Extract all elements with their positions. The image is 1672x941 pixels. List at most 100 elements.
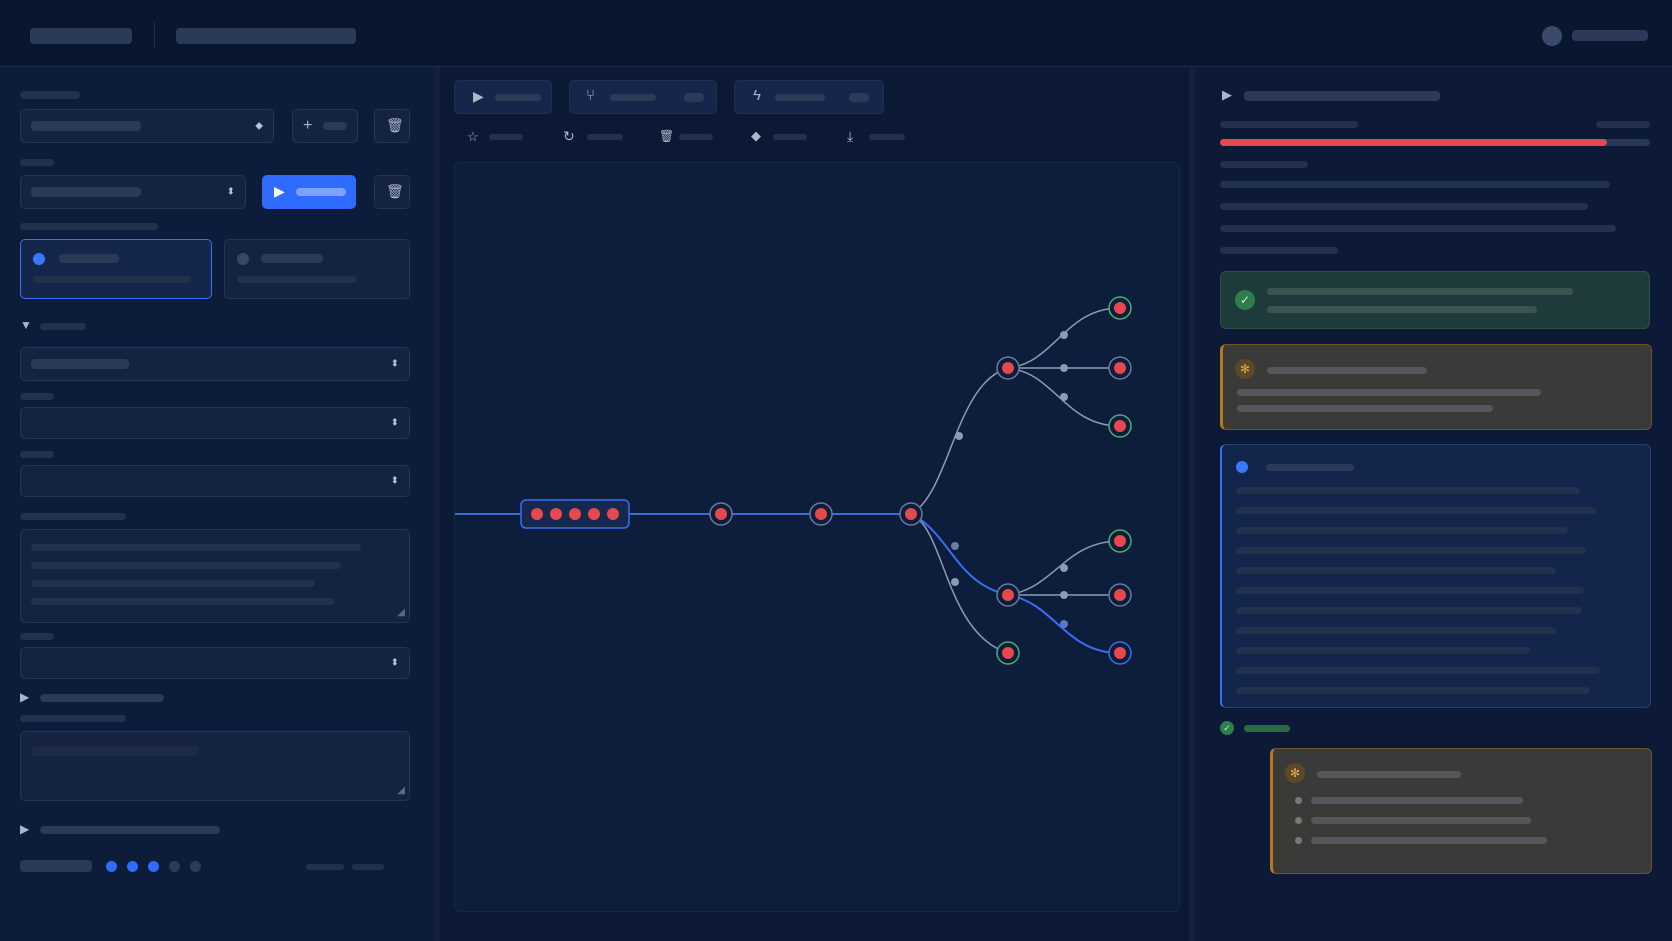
bullet: [1295, 797, 1302, 804]
check-icon: ✓: [1235, 290, 1255, 310]
param-select-value: [31, 359, 129, 369]
model-select-value: [31, 187, 141, 197]
play-icon[interactable]: ▶: [1222, 88, 1232, 101]
breadcrumb[interactable]: [176, 28, 356, 44]
collapsible-header[interactable]: [40, 323, 86, 330]
graph-node[interactable]: [996, 641, 1020, 665]
text-line: [1267, 306, 1537, 313]
mode-option-title: [261, 254, 323, 263]
mode-option-title: [59, 254, 119, 263]
param-select-4[interactable]: ⬍: [20, 647, 410, 679]
graph-leaf-node[interactable]: [1108, 414, 1132, 438]
bolt-icon: ϟ: [753, 87, 761, 104]
edge-dot: [1060, 564, 1068, 572]
text-line: [1311, 837, 1547, 844]
trash-icon: 🗑: [386, 117, 404, 133]
splitter-left[interactable]: [434, 67, 440, 941]
graph-leaf-node[interactable]: [1108, 356, 1132, 380]
graph-node[interactable]: [996, 356, 1020, 380]
chain-dot: [569, 508, 581, 520]
tool-label: [610, 94, 656, 101]
collapsible-header-2[interactable]: [40, 694, 164, 702]
details-title: [1244, 91, 1440, 101]
graph-leaf-node[interactable]: [1108, 583, 1132, 607]
page-dot[interactable]: [169, 861, 180, 872]
branch-tool-button[interactable]: ⑂: [569, 80, 717, 114]
select-caret-icon: ⬍: [390, 417, 399, 429]
action-label[interactable]: [773, 134, 807, 140]
avatar[interactable]: [1542, 26, 1562, 46]
mode-option[interactable]: [224, 239, 410, 299]
user-name[interactable]: [1572, 30, 1648, 41]
graph-node[interactable]: [809, 502, 833, 526]
star-icon[interactable]: ☆: [467, 130, 479, 143]
progress-bar: [1220, 139, 1650, 146]
dataset-select[interactable]: ◆: [20, 109, 274, 143]
notes-textarea[interactable]: ◢: [20, 731, 410, 801]
graph-node[interactable]: [996, 583, 1020, 607]
caret-down-icon[interactable]: ▼: [20, 319, 32, 331]
graph-leaf-node[interactable]: [1108, 529, 1132, 553]
collapsible-header-3[interactable]: [40, 826, 220, 834]
caret-right-icon[interactable]: ▶: [20, 691, 29, 703]
splitter-right[interactable]: [1189, 67, 1195, 941]
param-select-2[interactable]: ⬍: [20, 407, 410, 439]
graph-leaf-node[interactable]: [1108, 296, 1132, 320]
footer-link[interactable]: [352, 864, 384, 870]
page-dot-active[interactable]: [106, 861, 117, 872]
refresh-icon[interactable]: ↻: [563, 129, 575, 143]
run-button-label: [296, 188, 346, 196]
radio-selected-icon: [33, 253, 45, 265]
text-line: [1220, 247, 1338, 254]
text-line: [1236, 627, 1556, 634]
graph-canvas[interactable]: [454, 162, 1180, 912]
graph-leaf-node[interactable]: [1108, 641, 1132, 665]
action-label[interactable]: [679, 134, 713, 140]
add-button[interactable]: +: [292, 109, 358, 143]
page-dot-active[interactable]: [148, 861, 159, 872]
delete-button[interactable]: 🗑: [374, 109, 410, 143]
edge-dot: [1060, 620, 1068, 628]
delete-button-2[interactable]: 🗑: [374, 175, 410, 209]
trash-icon[interactable]: 🗑: [659, 130, 674, 142]
page-dot-active[interactable]: [127, 861, 138, 872]
info-title: [1266, 464, 1354, 471]
dataset-select-value: [31, 121, 141, 131]
tool-badge: [849, 93, 869, 102]
success-card[interactable]: ✓: [1220, 271, 1650, 329]
warning-card[interactable]: ✻: [1220, 344, 1652, 430]
text-line: [31, 580, 315, 587]
graph-node[interactable]: [709, 502, 733, 526]
action-label[interactable]: [489, 134, 523, 140]
footer-link[interactable]: [306, 864, 344, 870]
bolt-tool-button[interactable]: ϟ: [734, 80, 884, 114]
resize-handle-icon[interactable]: ◢: [397, 786, 405, 796]
param-select-3[interactable]: ⬍: [20, 465, 410, 497]
edge-highlight: [910, 513, 1009, 596]
trash-icon: 🗑: [386, 183, 404, 199]
text-line: [1236, 607, 1582, 614]
diamond-icon[interactable]: ◆: [751, 129, 761, 142]
fork-icon: ⑂: [586, 87, 596, 104]
select-caret-icon: ⬍: [390, 657, 399, 669]
chain-dot: [550, 508, 562, 520]
download-icon[interactable]: ⤓: [847, 129, 853, 143]
resize-handle-icon[interactable]: ◢: [397, 608, 405, 618]
mode-option-selected[interactable]: [20, 239, 212, 299]
mode-label: [20, 223, 158, 230]
prompt-textarea[interactable]: ◢: [20, 529, 410, 623]
caret-right-icon[interactable]: ▶: [20, 823, 29, 835]
action-label[interactable]: [587, 134, 623, 140]
select-caret-icon: ◆: [255, 120, 263, 132]
notes-label: [20, 715, 126, 722]
run-button[interactable]: ▶: [262, 175, 356, 209]
warning-card-2[interactable]: ✻: [1270, 748, 1652, 874]
graph-node[interactable]: [899, 502, 923, 526]
action-label[interactable]: [869, 134, 905, 140]
info-card[interactable]: [1220, 444, 1651, 708]
section-label: [20, 91, 80, 99]
model-select[interactable]: ⬍: [20, 175, 246, 209]
run-tool-button[interactable]: ▶: [454, 80, 552, 114]
param-select-1[interactable]: ⬍: [20, 347, 410, 381]
page-dot[interactable]: [190, 861, 201, 872]
